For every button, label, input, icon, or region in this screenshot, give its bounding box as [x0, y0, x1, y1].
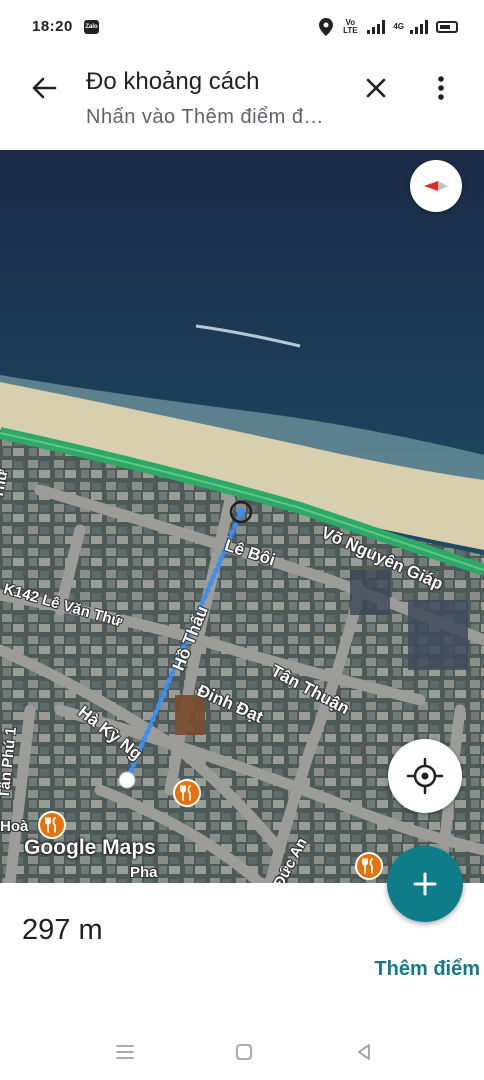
more-vert-icon[interactable] [424, 68, 458, 108]
home-icon[interactable] [232, 1040, 256, 1064]
zalo-notification-icon: Zalo [84, 20, 99, 34]
restaurant-icon-3[interactable] [355, 852, 383, 880]
my-location-icon [406, 757, 444, 795]
status-bar: 18:20 Zalo Vo LTE 4G [0, 0, 484, 56]
distance-value: 297 m [22, 914, 103, 946]
status-icons: Vo LTE 4G [319, 16, 458, 38]
battery-icon [436, 21, 458, 33]
add-point-fab[interactable] [387, 846, 463, 922]
road-label-hoa: Hoà [0, 818, 29, 835]
close-icon[interactable] [356, 68, 396, 108]
back-arrow-icon[interactable] [24, 68, 64, 108]
map-view[interactable]: Võ Nguyên Giáp Lê Bôi K142 Lê Văn Thứ Hồ… [0, 150, 484, 883]
restaurant-icon-2[interactable] [38, 811, 66, 839]
app-bar: Đo khoảng cách Nhấn vào Thêm điểm đ… [0, 56, 484, 150]
google-maps-logo: Google Maps [24, 836, 156, 859]
my-location-button[interactable] [388, 739, 462, 813]
plus-icon [413, 872, 437, 896]
compass-icon [424, 181, 448, 191]
add-point-button[interactable]: Thêm điểm [374, 958, 480, 981]
back-icon[interactable] [352, 1040, 376, 1064]
recent-apps-icon[interactable] [113, 1040, 137, 1064]
volte-indicator: Vo LTE [343, 18, 358, 35]
status-time: 18:20 [32, 18, 73, 35]
signal-icon-2 [410, 20, 428, 34]
page-subtitle: Nhấn vào Thêm điểm đ… [86, 106, 325, 128]
network-type: 4G [393, 22, 404, 31]
page-title: Đo khoảng cách [86, 68, 260, 95]
compass-button[interactable] [410, 160, 462, 212]
signal-icon [367, 20, 386, 34]
restaurant-icon[interactable] [173, 779, 201, 807]
road-label-pha: Pha [130, 864, 158, 881]
system-nav-bar [0, 1028, 484, 1080]
location-icon [319, 18, 334, 36]
